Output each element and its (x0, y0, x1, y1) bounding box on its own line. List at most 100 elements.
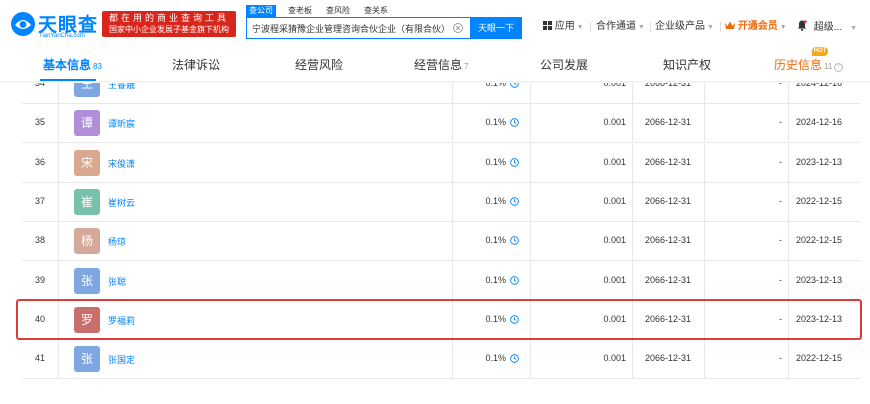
nav-enterprise-label: 企业级产品 (655, 21, 705, 32)
subscription-due-date: 2066-12-31 (644, 235, 692, 246)
clock-icon[interactable] (510, 236, 519, 246)
table-row: 40 罗罗福莉 0.1% 0.001 2066-12-31 - 2023-12-13 (22, 300, 860, 340)
clock-icon[interactable] (510, 354, 519, 363)
nav-apps-label: 应用 (554, 21, 575, 32)
tab-label: 知识产权 (663, 58, 712, 72)
nav-channel-label: 合作通道 (596, 21, 636, 32)
column-divider (530, 83, 531, 103)
crown-icon (725, 21, 735, 29)
tab-legal[interactable]: 法律诉讼 (172, 57, 220, 73)
tab-ip[interactable]: 知识产权 (663, 57, 711, 73)
shareholder-name-link[interactable]: 王睿娥 (108, 83, 135, 91)
search-tab-company[interactable]: 查公司 (246, 5, 276, 17)
tab-label: 历史信息 (774, 58, 823, 72)
tab-development[interactable]: 公司发展 (540, 57, 588, 73)
column-divider (530, 104, 531, 143)
shareholder-name-link[interactable]: 张聪 (108, 275, 126, 288)
empty-value: - (779, 313, 782, 324)
subscribed-amount: 0.001 (603, 235, 626, 246)
shareholder-name-link[interactable]: 宋俊潇 (108, 157, 135, 170)
row-index: 38 (34, 235, 45, 246)
holding-percent: 0.1% (485, 235, 506, 246)
clock-icon[interactable] (510, 314, 519, 324)
tab-operating-info[interactable]: 经营信息 7 (414, 57, 468, 75)
table-row: 38 杨杨琼 0.1% 0.001 2066-12-31 - 2022-12-15 (22, 222, 860, 262)
row-index: 35 (34, 117, 45, 128)
tab-basic-info[interactable]: 基本信息 83 (43, 57, 102, 75)
tab-history[interactable]: 历史信息 11? (774, 57, 844, 75)
avatar[interactable]: 崔 (74, 188, 100, 215)
column-divider (704, 300, 705, 339)
clock-icon[interactable] (510, 275, 519, 285)
avatar[interactable]: 罗 (74, 306, 100, 333)
logo-subtitle: TianYanCha.com (39, 33, 85, 39)
column-divider (452, 222, 453, 261)
nav-enterprise[interactable]: 企业级产品 ▼ (655, 20, 714, 35)
tab-operating-risk[interactable]: 经营风险 (295, 57, 343, 73)
column-divider (452, 261, 453, 300)
column-divider (58, 83, 59, 103)
shareholder-name-link[interactable]: 张国定 (108, 353, 135, 366)
subscription-due-date: 2066-12-31 (644, 313, 692, 324)
avatar[interactable]: 谭 (74, 110, 100, 137)
shareholder-name-link[interactable]: 罗福莉 (108, 314, 135, 327)
nav-vip[interactable]: 开通会员 ▼ (725, 20, 787, 35)
nav-user[interactable]: 超级... ▼ (797, 20, 857, 36)
column-divider (632, 182, 633, 221)
nav-vip-label: 开通会员 (737, 21, 778, 32)
shareholder-name-link[interactable]: 崔树云 (108, 196, 135, 209)
nav-user-label: 超级... (813, 22, 843, 33)
tab-label: 经营风险 (295, 58, 344, 72)
tianyancha-logo[interactable]: 天眼查 TianYanCha.com (10, 8, 98, 40)
subscription-due-date: 2066-12-31 (644, 353, 692, 364)
column-divider (452, 300, 453, 339)
holding-percent: 0.1% (485, 156, 506, 167)
apps-grid-icon (543, 21, 552, 30)
subscribed-amount: 0.001 (603, 117, 626, 128)
clock-icon[interactable] (510, 118, 519, 128)
subscribed-amount: 0.001 (603, 313, 626, 324)
first-holding-date: 2022-12-15 (795, 235, 843, 246)
search-tab-relation[interactable]: 查关系 (364, 5, 388, 17)
column-divider (704, 222, 705, 261)
clock-icon[interactable] (510, 83, 519, 88)
empty-value: - (779, 353, 782, 364)
subscribed-amount: 0.001 (603, 156, 626, 167)
clock-icon[interactable] (510, 157, 519, 167)
row-index: 39 (34, 274, 45, 285)
column-divider (632, 104, 633, 143)
gov-badge-line2: 国家中小企业发展子基金旗下机构 (109, 25, 229, 34)
nav-apps[interactable]: 应用 ▼ (543, 20, 584, 35)
column-divider (530, 143, 531, 182)
shareholder-name-link[interactable]: 杨琼 (108, 235, 126, 248)
search-button[interactable]: 天眼一下 (470, 17, 522, 39)
column-divider (530, 340, 531, 379)
avatar[interactable]: 王 (74, 83, 100, 97)
avatar[interactable]: 张 (74, 346, 100, 373)
row-index: 37 (34, 195, 45, 206)
shareholder-name-link[interactable]: 谭昕宸 (108, 117, 135, 130)
table-row: 39 张张聪 0.1% 0.001 2066-12-31 - 2023-12-13 (22, 261, 860, 301)
shareholder-table: 34 王王睿娥 0.1% 0.001 2066-12-31 - 2024-12-16 35 谭谭… (22, 83, 860, 383)
clear-icon[interactable] (453, 23, 463, 33)
avatar[interactable]: 杨 (74, 228, 100, 255)
search-tab-risk[interactable]: 查风险 (326, 5, 350, 17)
avatar[interactable]: 宋 (74, 149, 100, 176)
tab-count: 7 (464, 62, 469, 71)
table-row: 34 王王睿娥 0.1% 0.001 2066-12-31 - 2024-12-16 (22, 83, 860, 104)
search-tab-boss[interactable]: 查老板 (288, 5, 312, 17)
empty-value: - (779, 117, 782, 128)
column-divider (58, 261, 59, 300)
first-holding-date: 2023-12-13 (795, 274, 843, 285)
empty-value: - (779, 274, 782, 285)
nav-channel[interactable]: 合作通道 ▼ (596, 20, 645, 35)
clock-icon[interactable] (510, 197, 519, 206)
search-input[interactable] (252, 18, 448, 38)
active-tab-underline (40, 79, 96, 81)
tab-label: 经营信息 (414, 58, 463, 72)
empty-value: - (779, 235, 782, 246)
gov-badge[interactable]: 都在用的商业查询工具 国家中小企业发展子基金旗下机构 (102, 11, 236, 37)
column-divider (530, 300, 531, 339)
avatar[interactable]: 张 (74, 267, 100, 294)
gov-badge-line1: 都在用的商业查询工具 (108, 13, 229, 23)
